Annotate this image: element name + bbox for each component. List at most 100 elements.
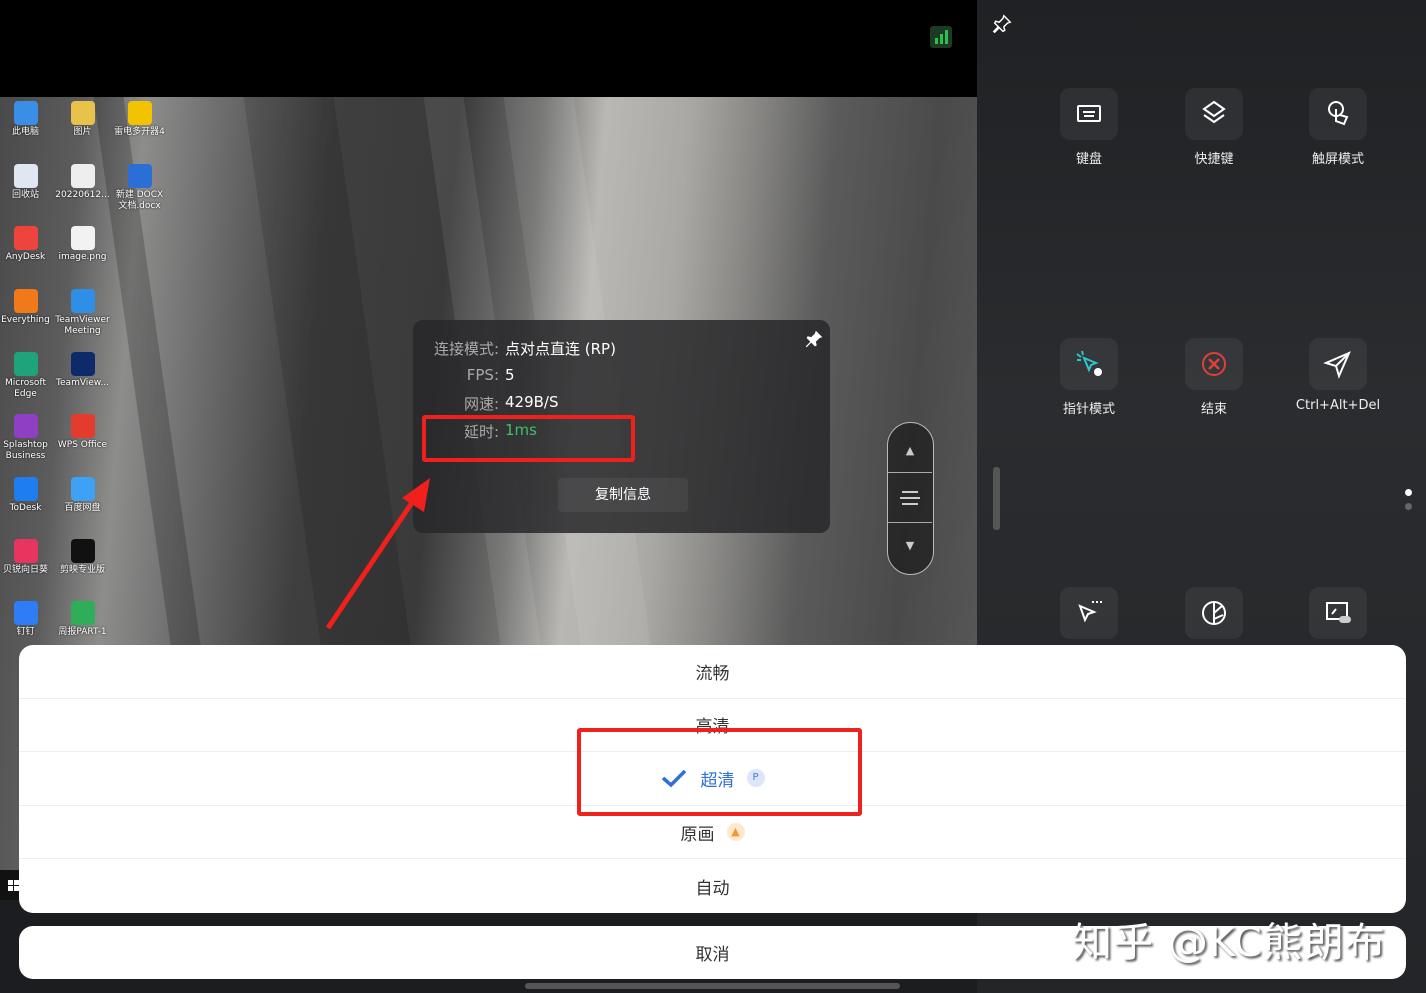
desktop-icon[interactable]: Everything <box>0 289 54 326</box>
tool-send[interactable]: Ctrl+Alt+Del <box>1288 338 1388 413</box>
desktop-icon[interactable]: 钉钉 <box>0 601 54 638</box>
scroll-control[interactable]: ▲ ▼ <box>887 422 934 575</box>
tool-label: 结束 <box>1200 402 1227 417</box>
home-indicator[interactable] <box>525 983 900 989</box>
app-icon <box>13 164 38 188</box>
pointer-mode-icon <box>1076 350 1102 376</box>
desktop-icon-label: TeamView... <box>56 378 109 388</box>
fps-value: 5 <box>505 366 515 384</box>
keyboard-icon <box>1077 105 1101 122</box>
desktop-icon-label: 20220612... <box>55 190 110 200</box>
app-icon <box>70 477 95 501</box>
app-icon <box>70 226 95 250</box>
page-dot[interactable] <box>1405 503 1412 510</box>
pin-icon[interactable] <box>991 12 1013 36</box>
desktop-icon-label: Microsoft Edge <box>5 378 46 399</box>
desktop-icon[interactable]: 百度网盘 <box>54 477 111 514</box>
app-icon <box>13 477 38 501</box>
desktop-icon[interactable]: TeamViewer Meeting <box>54 289 111 337</box>
tool-screen-toggle[interactable] <box>1288 587 1388 639</box>
desktop-icon[interactable]: 图片 <box>54 101 111 138</box>
pin-filled-icon[interactable] <box>803 328 825 350</box>
desktop-icon-label: WPS Office <box>57 440 108 450</box>
screen-toggle-icon <box>1326 602 1351 623</box>
scroll-drag-handle[interactable] <box>888 473 932 523</box>
quality-option-label: 原画 <box>680 824 715 845</box>
app-icon <box>13 539 38 563</box>
tool-keyboard[interactable]: 键盘 <box>1039 88 1139 167</box>
desktop-icon[interactable]: 20220612... <box>54 164 111 201</box>
tool-label: 键盘 <box>1075 152 1102 167</box>
speed-value: 429B/S <box>505 393 559 411</box>
mode-value: 点对点直连 (RP) <box>505 340 616 358</box>
tool-label: 指针模式 <box>1062 402 1115 417</box>
desktop-icon-label: 贝锐向日葵 <box>2 565 48 575</box>
tool-cursor[interactable] <box>1039 587 1139 639</box>
desktop-icon-label: 回收站 <box>11 190 39 200</box>
app-icon <box>70 352 95 376</box>
page-dot-active[interactable] <box>1405 489 1412 496</box>
app-icon <box>13 289 38 313</box>
desktop-icon-label: 剪映专业版 <box>59 565 105 575</box>
quality-option[interactable]: 流畅 <box>19 645 1406 699</box>
desktop-icon-label: image.png <box>58 252 107 262</box>
tool-label: 触屏模式 <box>1311 152 1364 167</box>
copy-info-button[interactable]: 复制信息 <box>558 478 688 512</box>
app-icon <box>127 101 152 125</box>
top-bar <box>0 0 977 97</box>
tool-touch[interactable]: 触屏模式 <box>1288 88 1388 167</box>
app-icon <box>13 352 38 376</box>
tool-pointer-mode[interactable]: 指针模式 <box>1039 338 1139 417</box>
app-icon <box>13 601 38 625</box>
desktop-icon-label: Splashtop Business <box>3 440 48 461</box>
desktop-icon-label: TeamViewer Meeting <box>55 315 110 336</box>
desktop-icon-label: 周报PART-1 <box>58 627 107 637</box>
tool-pie[interactable] <box>1164 587 1264 639</box>
desktop-icon[interactable]: 新建 DOCX 文档.docx <box>111 164 168 212</box>
desktop-icon[interactable]: Microsoft Edge <box>0 352 54 400</box>
tool-end[interactable]: 结束 <box>1164 338 1264 417</box>
desktop-icon-label: 此电脑 <box>11 127 39 137</box>
tool-label: 快捷键 <box>1194 152 1234 167</box>
app-icon <box>70 164 95 188</box>
quality-option[interactable]: 自动 <box>19 859 1406 913</box>
desktop-icon[interactable]: 剪映专业版 <box>54 539 111 576</box>
pie-icon <box>1202 601 1226 625</box>
desktop-icon[interactable]: Splashtop Business <box>0 414 54 462</box>
rocket-badge-icon: ▲ <box>726 823 745 842</box>
scroll-up-button[interactable]: ▲ <box>888 423 932 473</box>
desktop-icon[interactable]: ToDesk <box>0 477 54 514</box>
desktop-icon[interactable]: AnyDesk <box>0 226 54 263</box>
watermark: 知乎 @KC熊朗布 <box>1072 920 1386 966</box>
desktop-icon[interactable]: 回收站 <box>0 164 54 201</box>
desktop-icon-label: 百度网盘 <box>64 503 101 513</box>
desktop-icon-label: ToDesk <box>9 503 42 513</box>
desktop-icon[interactable]: 雷电多开器4 <box>111 101 168 138</box>
app-icon <box>70 539 95 563</box>
panel-scrollbar[interactable] <box>993 467 1000 530</box>
scroll-down-button[interactable]: ▼ <box>888 523 932 573</box>
desktop-icon-label: 图片 <box>73 127 92 137</box>
desktop-icon[interactable]: 此电脑 <box>0 101 54 138</box>
desktop-icon-label: AnyDesk <box>5 252 46 262</box>
annotation-box-selected <box>577 728 862 816</box>
tool-shortcut[interactable]: 快捷键 <box>1164 88 1264 167</box>
desktop-icon[interactable]: 贝锐向日葵 <box>0 539 54 576</box>
send-icon <box>1323 351 1351 379</box>
desktop-icon[interactable]: 周报PART-1 <box>54 601 111 638</box>
desktop-icon[interactable]: WPS Office <box>54 414 111 451</box>
desktop-icon[interactable]: TeamView... <box>54 352 111 389</box>
app-icon <box>70 601 95 625</box>
speed-label: 网速: <box>463 395 499 413</box>
end-icon <box>1202 352 1226 376</box>
tool-label: Ctrl+Alt+Del <box>1295 398 1381 413</box>
cursor-icon <box>1078 601 1102 623</box>
fps-label: FPS: <box>466 366 499 384</box>
desktop-icon-label: Everything <box>1 315 50 325</box>
desktop-icon[interactable]: image.png <box>54 226 111 263</box>
annotation-arrow <box>325 478 430 630</box>
quality-option-label: 流畅 <box>695 663 730 684</box>
shortcut-icon <box>1202 100 1226 124</box>
annotation-box-latency <box>422 415 635 462</box>
signal-strength-icon <box>930 26 952 48</box>
